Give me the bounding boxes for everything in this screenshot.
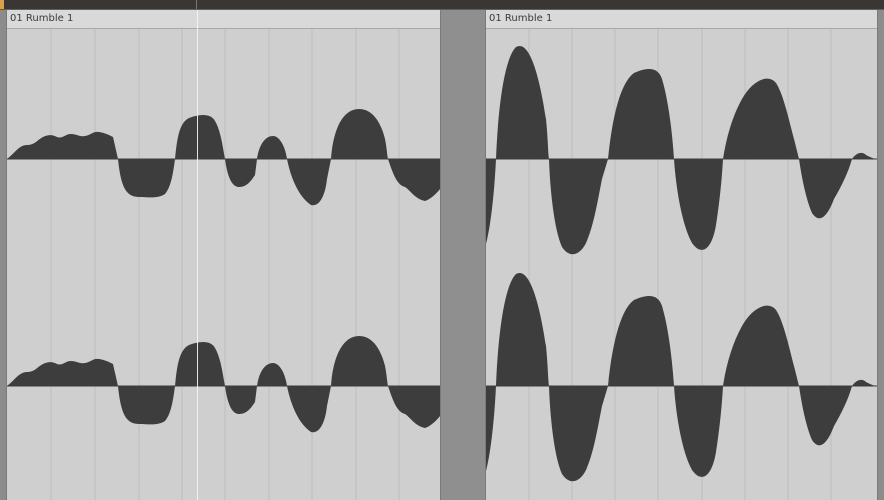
audio-region[interactable]: 01 Rumble 1 bbox=[6, 10, 441, 500]
waveform-channel-left bbox=[486, 45, 877, 255]
playhead-cursor[interactable] bbox=[197, 10, 198, 500]
waveform-channel-right bbox=[7, 336, 440, 433]
ruler-tick bbox=[196, 0, 197, 9]
region-waveform bbox=[486, 29, 877, 500]
region-name-label: 01 Rumble 1 bbox=[7, 10, 440, 29]
waveform-channel-left bbox=[7, 109, 440, 206]
region-name-label: 01 Rumble 1 bbox=[486, 10, 877, 29]
loop-marker[interactable] bbox=[0, 0, 4, 9]
ruler-strip bbox=[0, 0, 884, 9]
timeline-gap bbox=[441, 10, 485, 500]
region-waveform bbox=[7, 29, 440, 500]
audio-region[interactable]: 01 Rumble 1 bbox=[485, 10, 878, 500]
grid-lines bbox=[50, 29, 400, 500]
waveform-channel-right bbox=[486, 272, 877, 482]
